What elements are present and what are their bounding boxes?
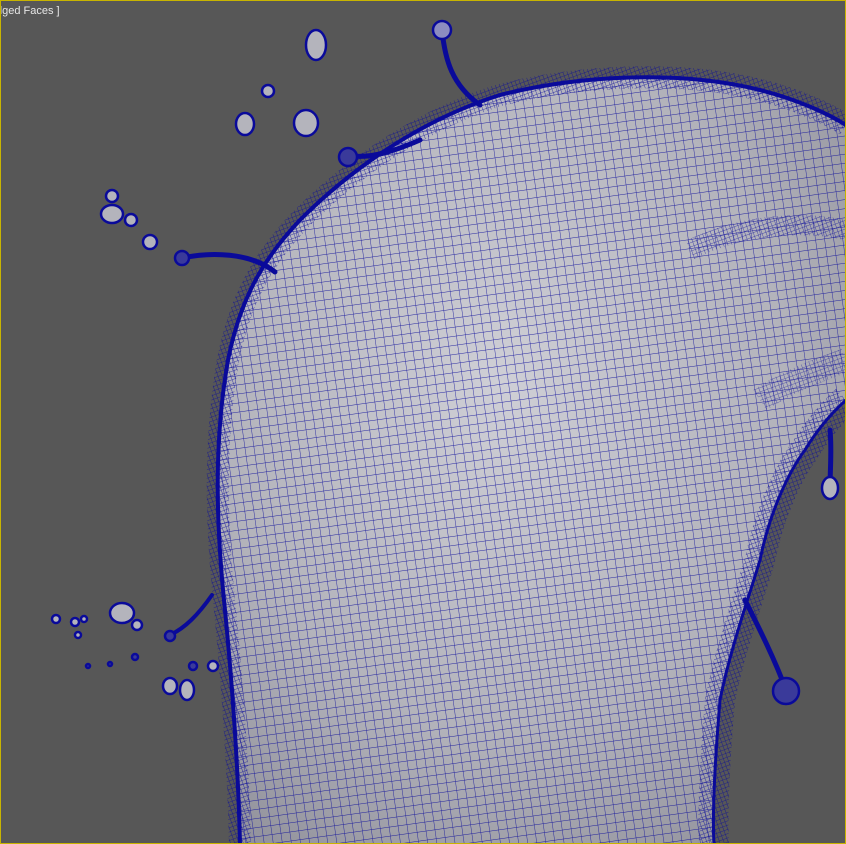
3d-viewport[interactable]: dged Faces ]: [0, 0, 846, 844]
mesh-render[interactable]: [0, 0, 846, 844]
viewport-shading-label[interactable]: dged Faces ]: [0, 5, 60, 17]
splash-body[interactable]: [206, 66, 846, 844]
